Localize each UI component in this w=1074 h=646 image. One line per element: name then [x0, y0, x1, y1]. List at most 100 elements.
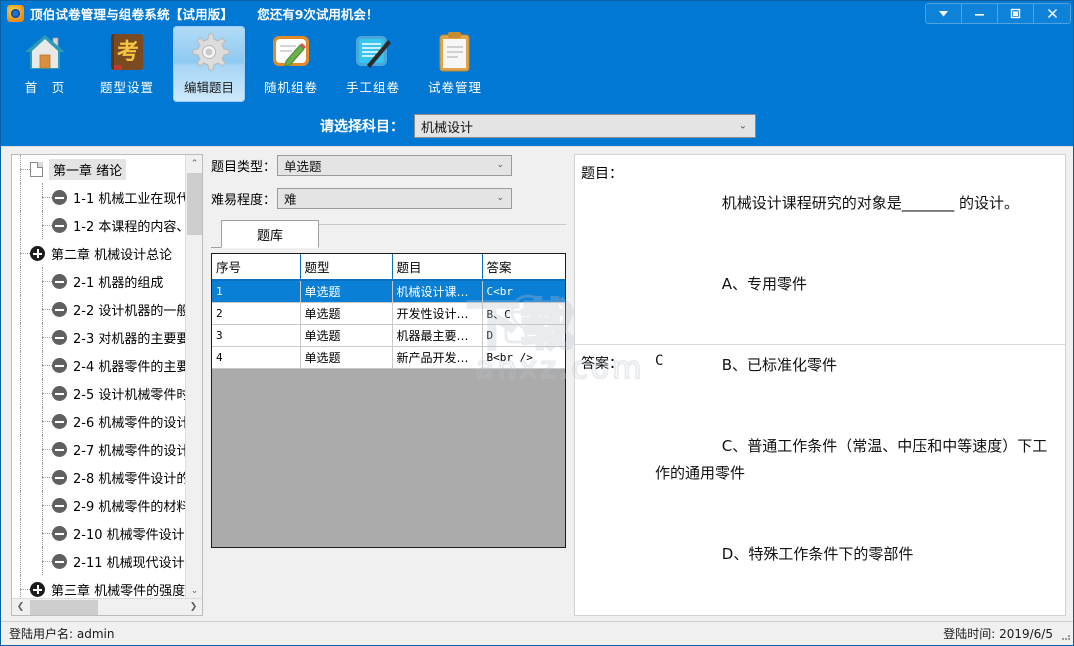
- collapse-icon[interactable]: [52, 553, 67, 569]
- tree-item-label: 2-2 设计机器的一般: [73, 303, 186, 319]
- question-table: 序号 题型 题目 答案 1 单选题 机械设计课… C<br 2 单选题 开发性设计… B、C 3…: [212, 254, 565, 369]
- minimize-button[interactable]: [962, 4, 998, 23]
- app-logo-icon: [7, 5, 24, 22]
- collapse-icon[interactable]: [52, 217, 67, 233]
- random-paper-icon: [268, 29, 314, 75]
- table-row[interactable]: 3 单选题 机器最主要… D: [212, 324, 565, 347]
- column-header-answer[interactable]: 答案: [482, 254, 565, 281]
- tree-item[interactable]: 1-2 本课程的内容、: [12, 211, 186, 239]
- tree-vertical-scrollbar[interactable]: ⌃ ⌄: [185, 155, 202, 599]
- tree-item[interactable]: 2-3 对机器的主要要: [12, 323, 186, 351]
- scroll-down-icon[interactable]: ⌄: [186, 582, 203, 599]
- scroll-right-icon[interactable]: ❯: [185, 599, 202, 616]
- table-cell: 1: [212, 280, 301, 303]
- toolbar-item-home[interactable]: 首 页: [9, 26, 81, 102]
- status-user: 登陆用户名: admin: [9, 627, 115, 641]
- tree-item[interactable]: 2-5 设计机械零件时: [12, 379, 186, 407]
- collapse-icon[interactable]: [52, 189, 67, 205]
- collapse-icon[interactable]: [52, 301, 67, 317]
- restore-button[interactable]: [998, 4, 1034, 23]
- tree-item[interactable]: 2-10 机械零件设计中: [12, 519, 186, 547]
- tab-strip-filler: [319, 224, 566, 248]
- tree-guide-line: [20, 295, 21, 323]
- toolbar-item-question-type-settings[interactable]: 考 题型设置: [91, 26, 163, 102]
- tree-item-label: 1-2 本课程的内容、: [73, 219, 186, 235]
- tree-guide-line: [20, 463, 21, 491]
- tree-guide-line: [20, 407, 21, 435]
- table-cell: B、C: [482, 302, 565, 325]
- tree-item[interactable]: 1-1 机械工业在现代: [12, 183, 186, 211]
- column-header-type[interactable]: 题型: [300, 254, 393, 281]
- tree-guide-line: [20, 491, 21, 519]
- expand-icon[interactable]: [30, 581, 45, 597]
- book-exam-icon: 考: [104, 29, 150, 75]
- dropdown-menu-button[interactable]: [926, 4, 962, 23]
- scroll-up-icon[interactable]: ⌃: [186, 155, 203, 172]
- trial-notice: 您还有9次试用机会！: [257, 7, 379, 22]
- collapse-icon[interactable]: [52, 385, 67, 401]
- difficulty-select[interactable]: 难 ⌄: [277, 187, 512, 209]
- tree-item-label: 2-8 机械零件设计的: [73, 471, 186, 487]
- toolbar-item-random-paper[interactable]: 随机组卷: [255, 26, 327, 102]
- question-option-a-text: A、专用零件: [721, 275, 808, 293]
- tree-item[interactable]: 2-1 机器的组成: [12, 267, 186, 295]
- tree-hscroll-thumb[interactable]: [30, 600, 98, 615]
- question-grid[interactable]: 序号 题型 题目 答案 1 单选题 机械设计课… C<br 2 单选题 开发性设计… B、C 3…: [211, 253, 566, 548]
- scroll-left-icon[interactable]: ❮: [12, 599, 29, 616]
- tree-item[interactable]: 2-9 机械零件的材料: [12, 491, 186, 519]
- tree-item-label: 2-3 对机器的主要要: [73, 331, 186, 347]
- question-stem: 机械设计课程研究的对象是_______ 的设计。: [655, 163, 1055, 244]
- tree-item[interactable]: 2-11 机械现代设计方: [12, 547, 186, 575]
- table-row[interactable]: 1 单选题 机械设计课… C<br: [212, 280, 565, 303]
- question-option-d-text: D、特殊工作条件下的零部件: [721, 545, 914, 563]
- question-body: 机械设计课程研究的对象是_______ 的设计。 A、专用零件 B、已标准化零件…: [655, 163, 1055, 595]
- table-row[interactable]: 4 单选题 新产品开发… B<br />: [212, 346, 565, 369]
- subject-select[interactable]: 机械设计 ⌄: [414, 114, 756, 138]
- tab-question-bank[interactable]: 题库: [221, 220, 319, 248]
- toolbar-label-question-type-settings: 题型设置: [99, 80, 154, 95]
- tree-guide-line: [20, 183, 21, 211]
- tree-vscroll-thumb[interactable]: [187, 173, 202, 235]
- question-label: 题目：: [581, 166, 623, 182]
- tree-item[interactable]: 2-8 机械零件设计的: [12, 463, 186, 491]
- tree-item[interactable]: 2-2 设计机器的一般: [12, 295, 186, 323]
- collapse-icon[interactable]: [52, 329, 67, 345]
- collapse-icon[interactable]: [52, 441, 67, 457]
- toolbar-item-edit-questions[interactable]: 编辑题目: [173, 26, 245, 102]
- expand-icon[interactable]: [30, 245, 45, 261]
- tree-item-label: 2-7 机械零件的设计: [73, 443, 186, 459]
- tree-item-label: 2-10 机械零件设计中: [73, 527, 186, 543]
- tree-item[interactable]: 2-4 机器零件的主要: [12, 351, 186, 379]
- table-row[interactable]: 2 单选题 开发性设计… B、C: [212, 302, 565, 325]
- tree-item[interactable]: 2-7 机械零件的设计: [12, 435, 186, 463]
- collapse-icon[interactable]: [52, 357, 67, 373]
- collapse-icon[interactable]: [52, 273, 67, 289]
- table-cell: C<br: [482, 280, 565, 303]
- column-header-index[interactable]: 序号: [212, 254, 301, 281]
- resize-grip-icon[interactable]: [1060, 630, 1072, 642]
- tree-guide-line: [20, 547, 21, 575]
- chevron-down-icon: ⌄: [496, 160, 504, 170]
- tree-horizontal-scrollbar[interactable]: ❮ ❯: [12, 598, 202, 615]
- difficulty-value: 难: [284, 191, 297, 207]
- question-type-select[interactable]: 单选题 ⌄: [277, 154, 512, 176]
- tree-item[interactable]: 第一章 绪论: [12, 155, 186, 183]
- chapter-tree[interactable]: 第一章 绪论 1-1 机械工业在现代 1-2 本课程的内容、 第二章 机械设计总论 2-…: [12, 155, 186, 599]
- column-header-question[interactable]: 题目: [392, 254, 483, 281]
- collapse-icon[interactable]: [52, 413, 67, 429]
- question-option-b-text: B、已标准化零件: [721, 356, 838, 374]
- chevron-down-icon: ⌄: [496, 193, 504, 203]
- collapse-icon[interactable]: [52, 525, 67, 541]
- collapse-icon[interactable]: [52, 469, 67, 485]
- collapse-icon[interactable]: [52, 497, 67, 513]
- toolbar-item-paper-management[interactable]: 试卷管理: [419, 26, 491, 102]
- tree-guide-line: [20, 267, 21, 295]
- tree-item[interactable]: 第三章 机械零件的强度: [12, 575, 186, 599]
- close-button[interactable]: [1034, 4, 1070, 23]
- tree-item[interactable]: 2-6 机械零件的设计: [12, 407, 186, 435]
- tree-item-label: 第三章 机械零件的强度: [51, 583, 186, 599]
- tree-item[interactable]: 第二章 机械设计总论: [12, 239, 186, 267]
- toolbar-item-manual-paper[interactable]: 手工组卷: [337, 26, 409, 102]
- table-cell: 单选题: [300, 324, 393, 347]
- gear-icon: [186, 29, 232, 75]
